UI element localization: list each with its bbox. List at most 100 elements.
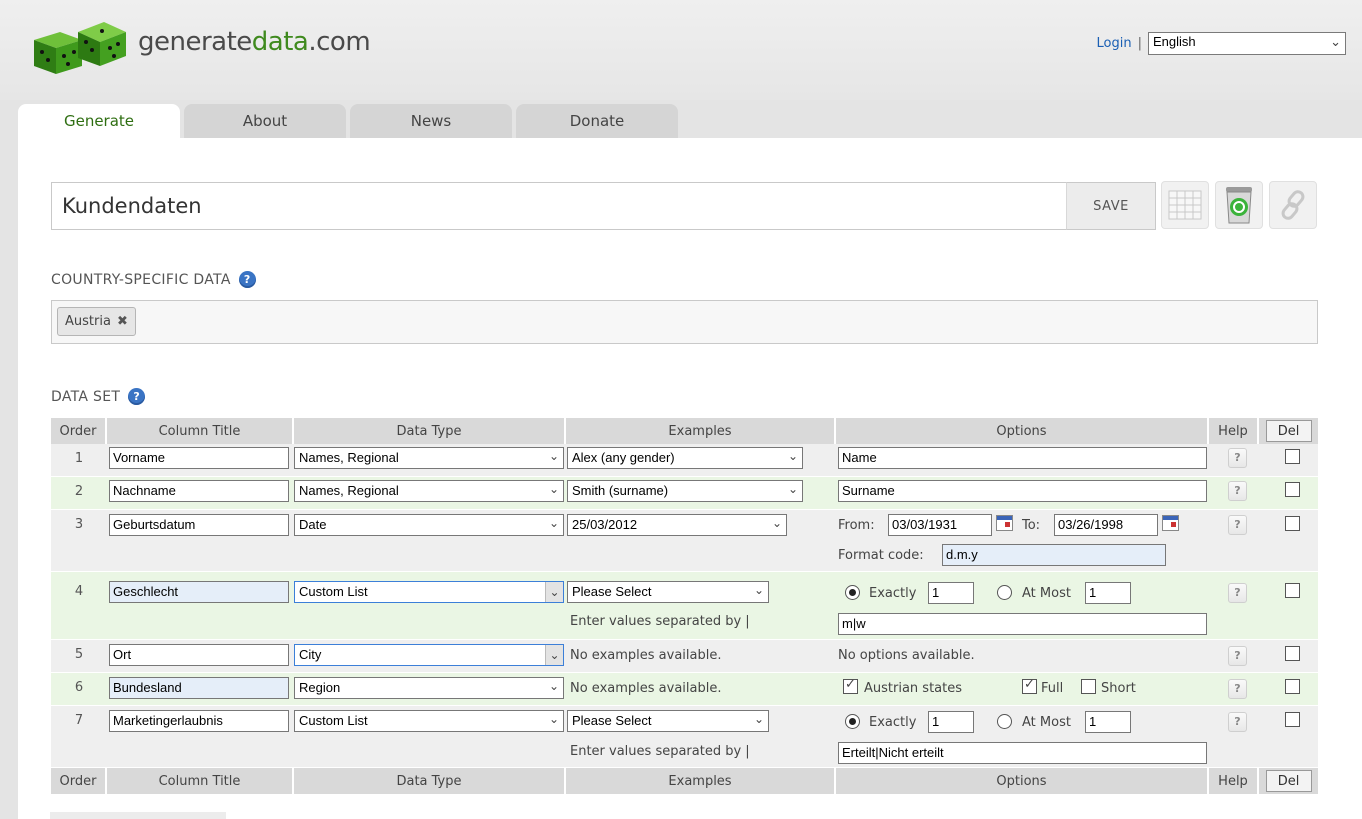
row-help-icon[interactable]: ? [1228,583,1247,603]
row-help-icon[interactable]: ? [1228,515,1247,535]
no-examples-text: No examples available. [570,648,722,663]
data-type-select[interactable]: Custom List ⌄ [294,710,564,732]
country-chip: Austria ✖ [57,307,136,336]
column-title-input[interactable]: Bundesland [109,677,289,699]
at-most-radio[interactable] [997,714,1012,729]
tab-news[interactable]: News [350,104,512,138]
chevron-down-icon: ⌄ [771,516,782,530]
link-button[interactable] [1269,181,1317,229]
data-type-select[interactable]: Region ⌄ [294,677,564,699]
column-title-input[interactable]: Geburtsdatum [109,514,289,536]
no-examples-text: No examples available. [570,681,722,696]
delete-checkbox[interactable] [1285,712,1300,727]
row-help-icon[interactable]: ? [1228,481,1247,501]
at-most-label: At Most [1022,586,1071,601]
header-del: Del [1259,418,1318,444]
header-bar: generatedata.com Login | English ⌄ [0,0,1362,100]
column-title-input[interactable]: Vorname [109,447,289,469]
bottom-control-edge [50,812,226,819]
row-help-icon[interactable]: ? [1228,679,1247,699]
tab-generate[interactable]: Generate [18,104,180,138]
at-most-input[interactable]: 1 [1085,711,1131,733]
row-order[interactable]: 7 [51,713,107,728]
list-values-input[interactable]: m|w [838,613,1207,635]
exactly-input[interactable]: 1 [928,711,974,733]
column-title-input[interactable]: Geschlecht [109,581,289,603]
data-type-select[interactable]: City ⌄ [294,644,564,666]
example-select[interactable]: Please Select ⌄ [567,581,769,603]
austrian-states-checkbox[interactable] [843,677,858,694]
recycle-bin-button[interactable] [1215,181,1263,229]
short-checkbox[interactable] [1081,679,1096,694]
exactly-input[interactable]: 1 [928,582,974,604]
exactly-radio[interactable] [845,714,860,729]
data-type-select[interactable]: Names, Regional ⌄ [294,480,564,502]
row-order[interactable]: 6 [51,680,107,695]
delete-checkbox[interactable] [1285,583,1300,598]
table-row: 4 Geschlecht Custom List ⌄ Please Select ⌄… [51,572,1318,640]
main-tabs: Generate About News Donate [18,104,682,138]
full-checkbox[interactable] [1022,677,1037,694]
login-area: Login | English ⌄ [1097,32,1346,55]
chevron-down-icon: ⌄ [753,712,764,726]
row-order[interactable]: 3 [51,517,107,532]
at-most-input[interactable]: 1 [1085,582,1131,604]
table-row: 6 Bundesland Region ⌄ No examples availab… [51,673,1318,706]
delete-checkbox[interactable] [1285,646,1300,661]
column-title-input[interactable]: Marketingerlaubnis [109,710,289,732]
row-order[interactable]: 1 [51,451,107,466]
help-icon[interactable]: ? [128,388,146,405]
from-date-input[interactable]: 03/03/1931 [888,514,992,536]
data-type-select[interactable]: Names, Regional ⌄ [294,447,564,469]
exactly-radio[interactable] [845,585,860,600]
data-type-select[interactable]: Date ⌄ [294,514,564,536]
recycle-bin-icon [1226,187,1252,224]
tab-donate[interactable]: Donate [516,104,678,138]
at-most-radio[interactable] [997,585,1012,600]
column-title-input[interactable]: Nachname [109,480,289,502]
row-help-icon[interactable]: ? [1228,646,1247,666]
login-link[interactable]: Login [1097,36,1132,51]
row-help-icon[interactable]: ? [1228,448,1247,468]
row-order[interactable]: 5 [51,647,107,662]
tab-about[interactable]: About [184,104,346,138]
delete-checkbox[interactable] [1285,449,1300,464]
to-date-input[interactable]: 03/26/1998 [1054,514,1158,536]
brand-name: generatedata.com [138,27,371,57]
exactly-label: Exactly [869,586,917,601]
example-select[interactable]: Smith (surname) ⌄ [567,480,803,502]
row-help-icon[interactable]: ? [1228,712,1247,732]
language-select[interactable]: English ⌄ [1148,32,1346,55]
chevron-down-icon: ⌄ [753,583,764,597]
footer-options: Options [836,768,1209,794]
row-order[interactable]: 2 [51,484,107,499]
example-select[interactable]: Alex (any gender) ⌄ [567,447,803,469]
delete-checkbox[interactable] [1285,679,1300,694]
config-title-value: Kundendaten [62,194,202,218]
header-help: Help [1209,418,1259,444]
example-select[interactable]: Please Select ⌄ [567,710,769,732]
config-title-field[interactable]: Kundendaten [51,182,1155,230]
column-title-input[interactable]: Ort [109,644,289,666]
help-icon[interactable]: ? [238,271,256,288]
country-select-box[interactable]: Austria ✖ [51,300,1318,344]
option-input[interactable]: Name [838,447,1207,469]
data-type-select[interactable]: Custom List ⌄ [294,581,564,603]
delete-checkbox[interactable] [1285,482,1300,497]
remove-icon[interactable]: ✖ [117,314,128,329]
delete-selected-button[interactable]: Del [1265,770,1312,792]
footer-del: Del [1259,768,1318,794]
row-order[interactable]: 4 [51,584,107,599]
data-set-grid: Order Column Title Data Type Examples Op… [51,418,1318,794]
delete-checkbox[interactable] [1285,516,1300,531]
format-code-input[interactable]: d.m.y [942,544,1166,566]
example-select[interactable]: 25/03/2012 ⌄ [567,514,787,536]
data-sets-button[interactable] [1161,181,1209,229]
calendar-icon[interactable] [996,515,1013,531]
calendar-icon[interactable] [1162,515,1179,531]
table-row: 1 Vorname Names, Regional ⌄ Alex (any gen… [51,444,1318,477]
delete-selected-button[interactable]: Del [1265,420,1312,442]
list-values-input[interactable]: Erteilt|Nicht erteilt [838,742,1207,764]
save-button[interactable]: SAVE [1066,182,1156,230]
option-input[interactable]: Surname [838,480,1207,502]
